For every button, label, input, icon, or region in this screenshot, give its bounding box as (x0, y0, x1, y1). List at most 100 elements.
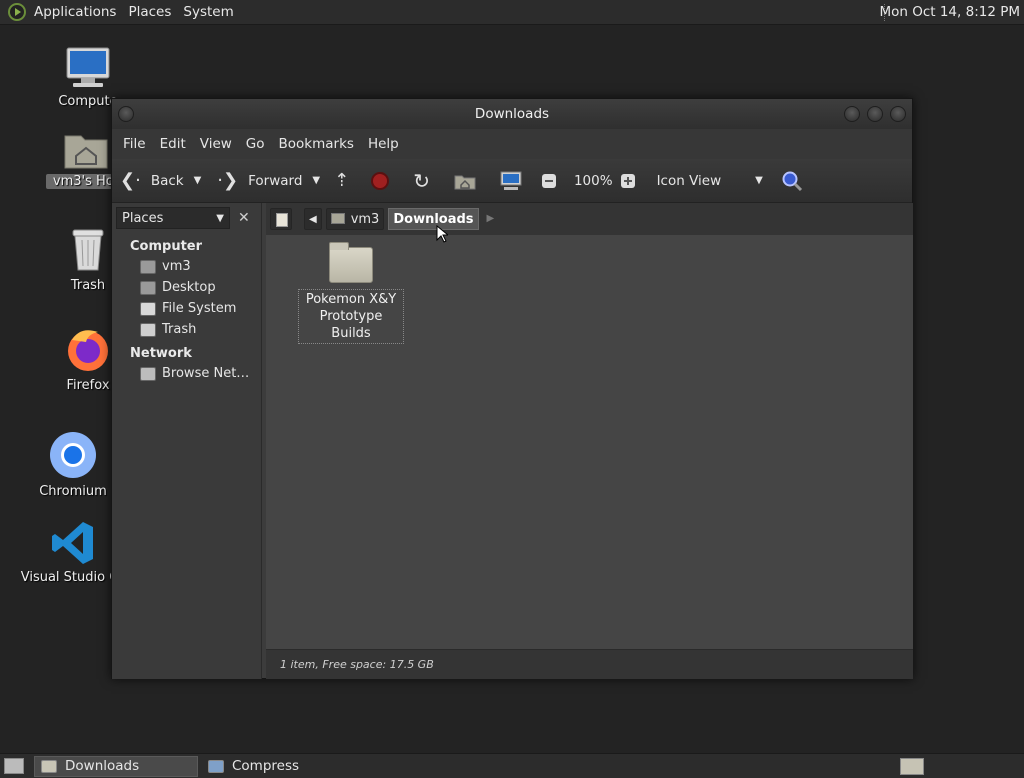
zoom-out-icon (541, 173, 556, 188)
firefox-icon (68, 330, 108, 371)
forward-arrow-icon: ·❯ (217, 170, 239, 191)
back-arrow-icon: ❮· (120, 170, 141, 191)
menu-help[interactable]: Help (361, 136, 406, 152)
stop-icon (371, 171, 390, 190)
sidebar-header: Places ▼ ✕ (112, 203, 261, 233)
status-bar: 1 item, Free space: 17.5 GB (266, 649, 913, 679)
stop-button[interactable] (371, 171, 403, 190)
trash-icon (140, 322, 156, 337)
path-crumb-downloads[interactable]: Downloads (388, 208, 479, 230)
mouse-cursor-icon (436, 225, 448, 243)
close-sidebar-icon[interactable]: ✕ (238, 210, 250, 226)
menu-bookmarks[interactable]: Bookmarks (272, 136, 361, 152)
search-button[interactable] (781, 170, 803, 192)
applications-icon[interactable] (8, 3, 26, 21)
show-desktop-icon[interactable] (4, 758, 24, 774)
maximize-button[interactable] (867, 106, 883, 122)
task-downloads[interactable]: Downloads (34, 755, 198, 777)
sidebar-item-label: Browse Net… (162, 366, 250, 381)
minimize-button[interactable] (844, 106, 860, 122)
task-label: Compress (232, 758, 300, 774)
desktop-icon-firefox[interactable]: Firefox (60, 326, 116, 393)
archive-icon (208, 759, 224, 773)
menu-system[interactable]: System (177, 4, 239, 20)
zoom-out-button[interactable] (541, 173, 564, 188)
reload-icon: ↻ (413, 168, 430, 193)
menu-file[interactable]: File (116, 136, 153, 152)
sidebar-item-desktop[interactable]: Desktop (112, 277, 261, 298)
drive-icon (140, 301, 156, 316)
sidebar-item-label: vm3 (162, 259, 191, 274)
reload-button[interactable]: ↻ (413, 169, 444, 193)
back-label: Back (150, 172, 184, 189)
file-item-folder[interactable]: Pokemon X&Y Prototype Builds (298, 242, 404, 344)
menubar: File Edit View Go Bookmarks Help (112, 129, 912, 159)
file-view-area[interactable]: Pokemon X&Y Prototype Builds (266, 225, 913, 649)
folder-icon (41, 759, 57, 773)
sidebar-section-computer: Computer (130, 239, 203, 254)
menu-go[interactable]: Go (239, 136, 272, 152)
sidebar-section-network: Network (130, 346, 192, 361)
sidebar-item-browse-network[interactable]: Browse Net… (112, 363, 261, 384)
desktop-icon-label: Firefox (66, 378, 110, 393)
desktop-icon-trash[interactable]: Trash (60, 226, 116, 293)
folder-icon (329, 242, 373, 283)
view-mode-dropdown-icon: ▼ (755, 175, 763, 186)
path-crumb-vm3[interactable]: vm3 (325, 208, 385, 230)
workspace-switcher[interactable] (900, 758, 924, 775)
content-pane: ◀ vm3 Downloads ▶ Pokemon X&Y Prototype … (266, 203, 913, 679)
pathbar: ◀ vm3 Downloads ▶ (266, 203, 913, 235)
desktop-icon-chromium[interactable]: Chromium (38, 430, 108, 499)
vscode-icon (51, 522, 93, 564)
top-panel: Applications Places System Mon Oct 14, 8… (0, 0, 1024, 25)
trash-icon (72, 229, 104, 271)
menu-applications[interactable]: Applications (28, 4, 122, 20)
chromium-icon (50, 432, 96, 478)
close-button[interactable] (890, 106, 906, 122)
zoom-in-button[interactable] (620, 173, 647, 188)
computer-icon (500, 171, 522, 190)
task-compress[interactable]: Compress (202, 756, 305, 777)
desktop-icon-label: Chromium (39, 484, 107, 499)
back-history-dropdown-icon[interactable]: ▼ (194, 175, 202, 186)
sidebar-type-select[interactable]: Places ▼ (116, 207, 230, 229)
sidebar-item-vm3[interactable]: vm3 (112, 256, 261, 277)
sidebar-type-label: Places (122, 210, 164, 226)
path-scroll-right-icon[interactable]: ▶ (483, 208, 499, 230)
home-folder-icon (140, 259, 156, 274)
view-mode-label: Icon View (656, 172, 722, 189)
file-manager-window: Downloads File Edit View Go Bookmarks He… (111, 98, 913, 679)
window-titlebar[interactable]: Downloads (112, 99, 912, 129)
computer-button[interactable] (500, 171, 532, 191)
up-button[interactable]: ⇡ (334, 170, 361, 191)
home-button[interactable] (454, 172, 490, 190)
menu-edit[interactable]: Edit (153, 136, 193, 152)
file-name-line: Prototype Builds (319, 309, 383, 341)
home-folder-icon (64, 135, 108, 169)
path-crumb-label: vm3 (350, 212, 380, 227)
back-button[interactable]: ❮· Back ▼ (120, 170, 201, 191)
task-label: Downloads (65, 758, 140, 774)
search-icon (782, 171, 802, 191)
desktop-icon-label: Trash (70, 278, 106, 293)
sidebar: Places ▼ ✕ Computer vm3 Desktop File Sys… (112, 203, 262, 679)
forward-button[interactable]: ·❯ Forward ▼ (217, 170, 320, 191)
menu-view[interactable]: View (193, 136, 239, 152)
forward-history-dropdown-icon[interactable]: ▼ (312, 175, 320, 186)
edit-location-icon[interactable] (270, 208, 292, 230)
window-menu-button[interactable] (118, 106, 134, 122)
forward-label: Forward (248, 172, 303, 189)
view-mode-select[interactable]: Icon View ▼ (657, 173, 763, 189)
sidebar-item-trash[interactable]: Trash (112, 319, 261, 340)
menu-places[interactable]: Places (122, 4, 177, 20)
clock[interactable]: Mon Oct 14, 8:12 PM (879, 0, 1020, 25)
network-icon (140, 366, 156, 381)
zoom-level: 100% (573, 172, 613, 189)
chevron-down-icon: ▼ (216, 212, 224, 224)
window-title: Downloads (474, 106, 550, 122)
sidebar-item-file-system[interactable]: File System (112, 298, 261, 319)
desktop-folder-icon (140, 280, 156, 295)
home-folder-icon (330, 213, 345, 224)
home-icon (454, 175, 476, 189)
path-scroll-left-icon[interactable]: ◀ (304, 208, 322, 230)
